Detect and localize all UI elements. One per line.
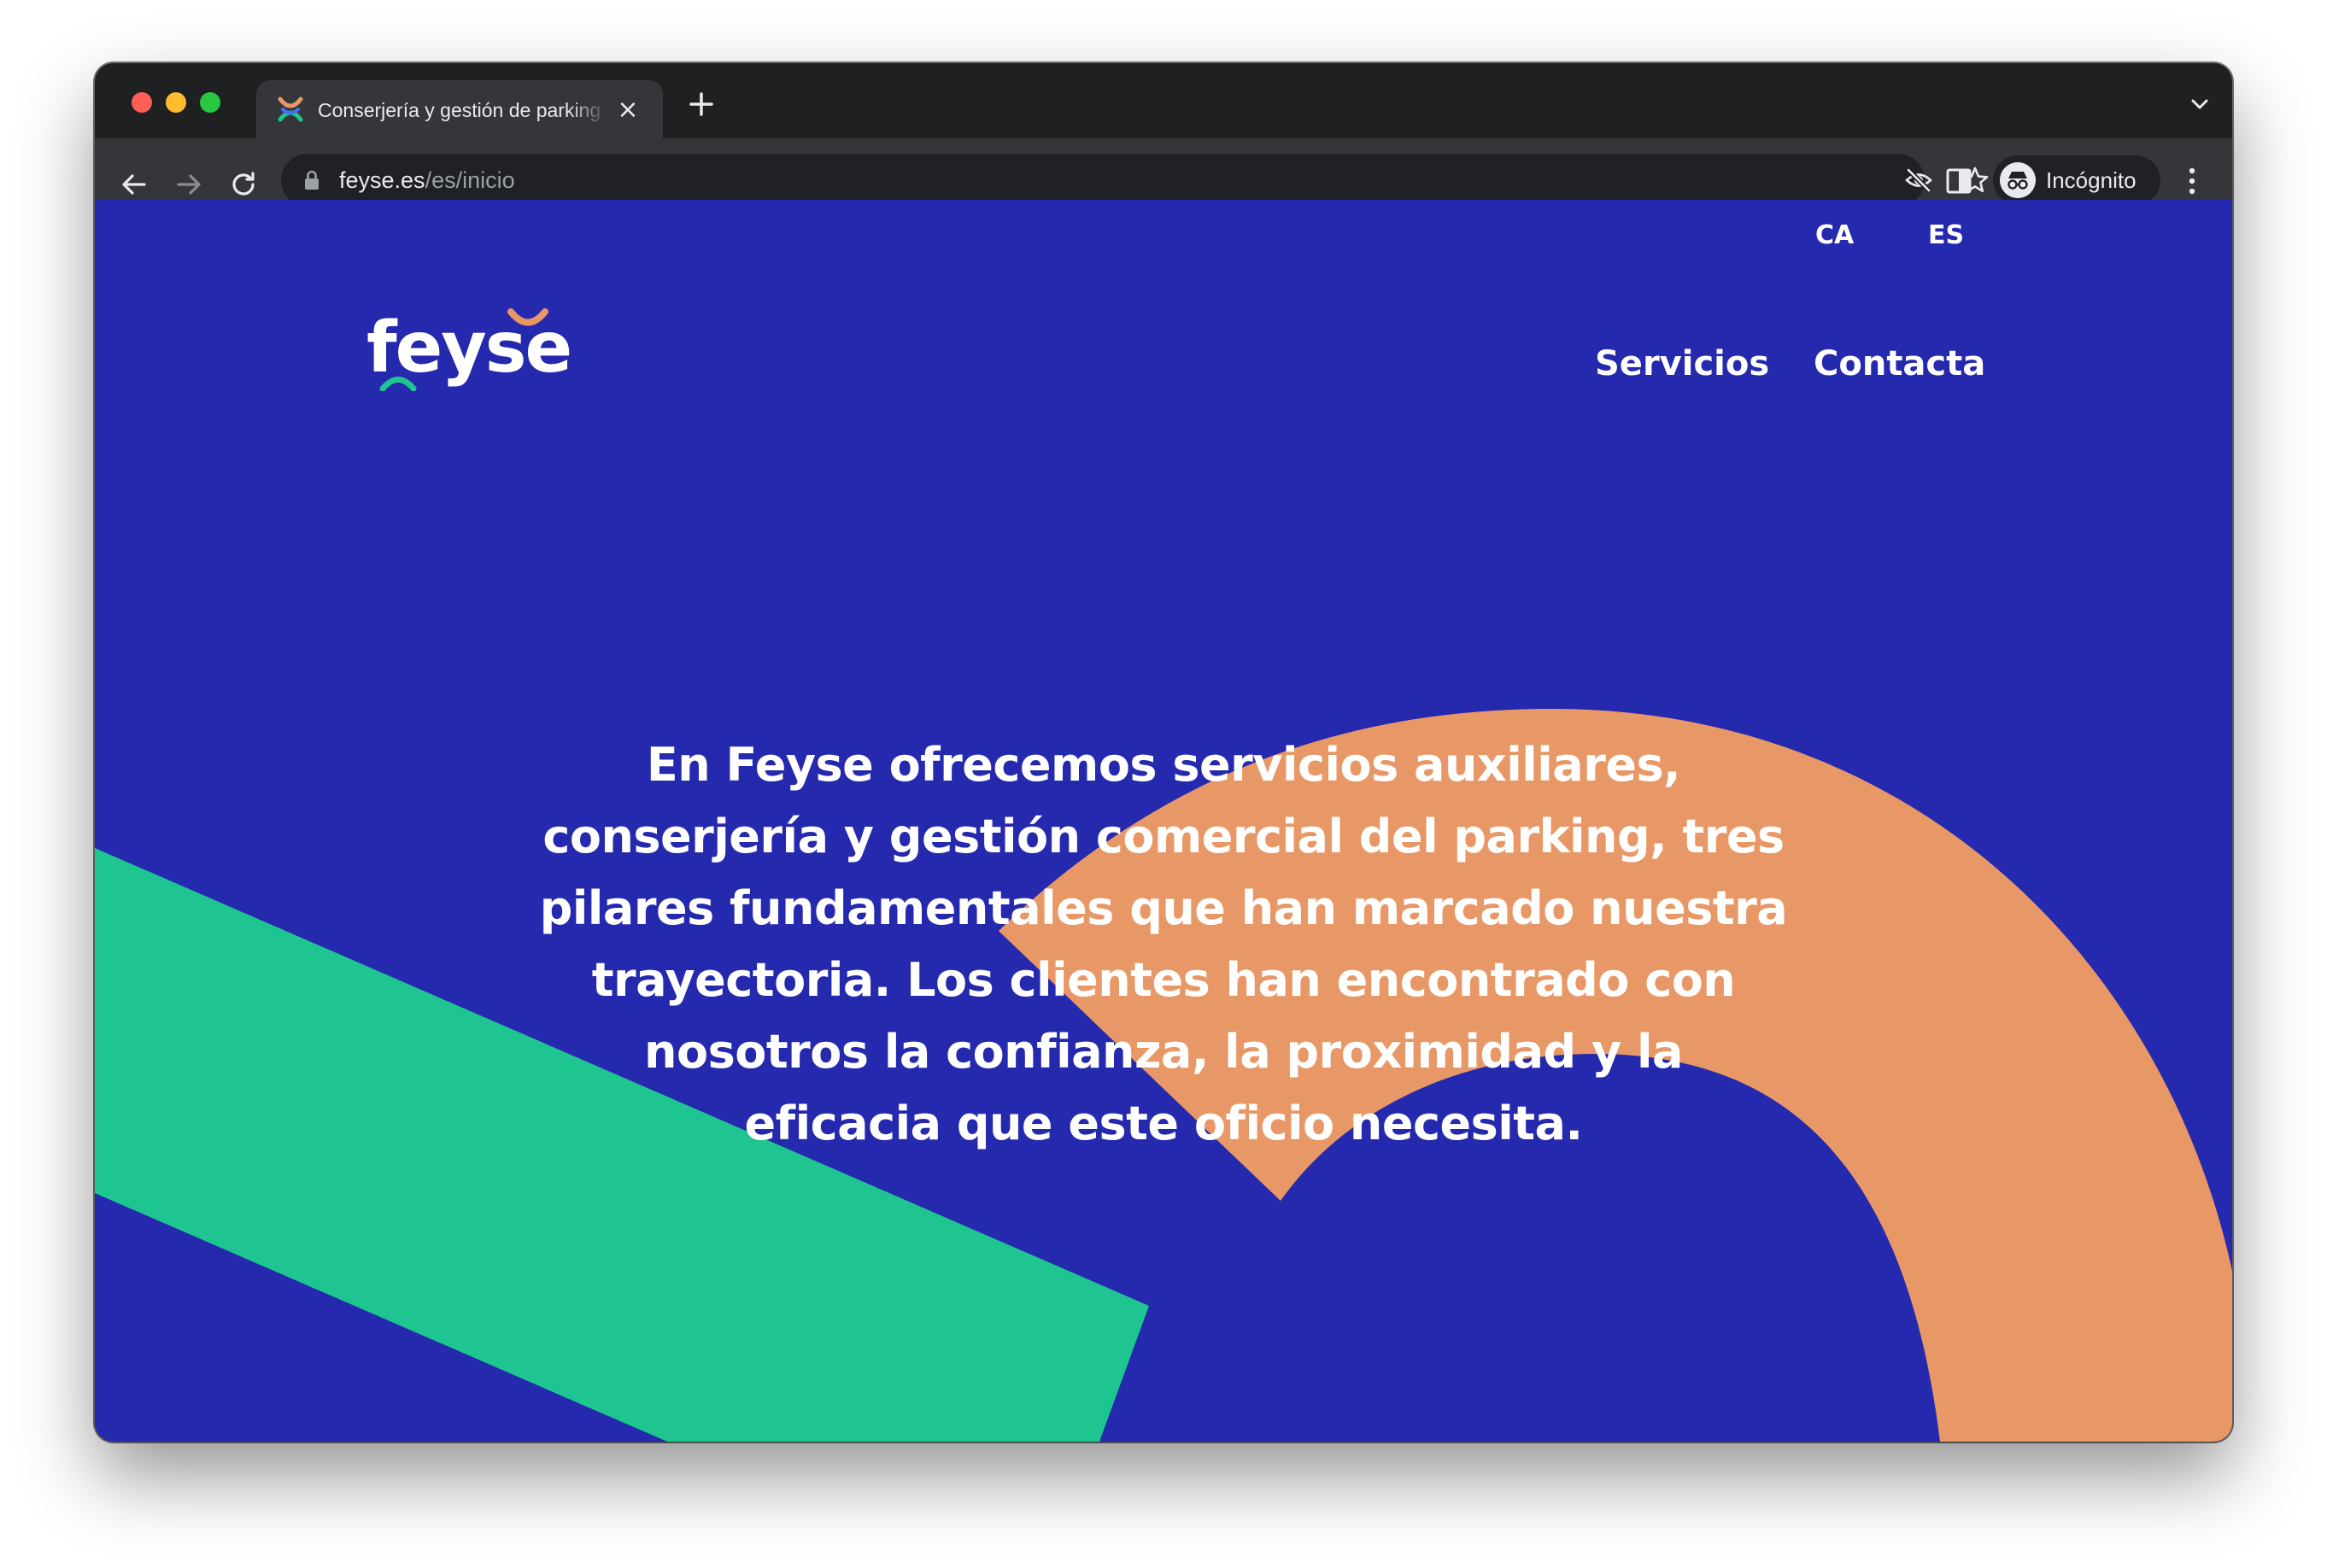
language-ca-link[interactable]: CA xyxy=(1815,219,1854,253)
back-arrow-icon[interactable] xyxy=(119,169,149,200)
lock-icon[interactable] xyxy=(303,169,320,191)
nav-contacta[interactable]: Contacta xyxy=(1814,343,1985,384)
logo-green-arc-icon xyxy=(379,377,417,391)
browser-window: Conserjería y gestión de parking × feyse… xyxy=(95,63,2232,1442)
url-path: /es/inicio xyxy=(425,167,515,193)
nav-servicios[interactable]: Servicios xyxy=(1595,343,1769,384)
minimize-window-button[interactable] xyxy=(166,92,186,113)
logo-orange-smile-icon xyxy=(507,308,548,326)
incognito-profile-button[interactable]: Incógnito xyxy=(1993,155,2160,205)
tab-strip: Conserjería y gestión de parking × xyxy=(95,63,2232,138)
side-panel-icon[interactable] xyxy=(1945,167,1972,195)
web-page: CA ES feyse Servicios Contacta En Feyse … xyxy=(95,200,2232,1442)
url-text[interactable]: feyse.es/es/inicio xyxy=(339,166,515,195)
hero-text: En Feyse ofrecemos servicios auxiliares,… xyxy=(539,738,1788,1150)
feyse-favicon-icon xyxy=(278,97,303,122)
new-tab-icon[interactable] xyxy=(686,89,717,120)
language-es-link[interactable]: ES xyxy=(1928,219,1964,253)
forward-arrow-icon[interactable] xyxy=(173,169,204,200)
browser-tab[interactable]: Conserjería y gestión de parking × xyxy=(256,80,663,138)
eye-off-icon[interactable] xyxy=(1904,167,1933,193)
tab-title: Conserjería y gestión de parking xyxy=(318,99,601,121)
close-window-button[interactable] xyxy=(132,92,152,113)
address-bar[interactable]: feyse.es/es/inicio xyxy=(281,154,1989,207)
incognito-label: Incógnito xyxy=(2046,167,2137,193)
incognito-icon xyxy=(2000,162,2036,198)
tab-close-icon[interactable]: × xyxy=(615,97,641,123)
url-domain: feyse.es xyxy=(339,167,425,193)
maximize-window-button[interactable] xyxy=(200,92,220,113)
kebab-menu-icon[interactable] xyxy=(2186,166,2198,196)
feyse-logo[interactable]: feyse xyxy=(366,306,572,391)
tab-list-icon[interactable] xyxy=(2189,94,2210,114)
reload-icon[interactable] xyxy=(228,169,259,200)
